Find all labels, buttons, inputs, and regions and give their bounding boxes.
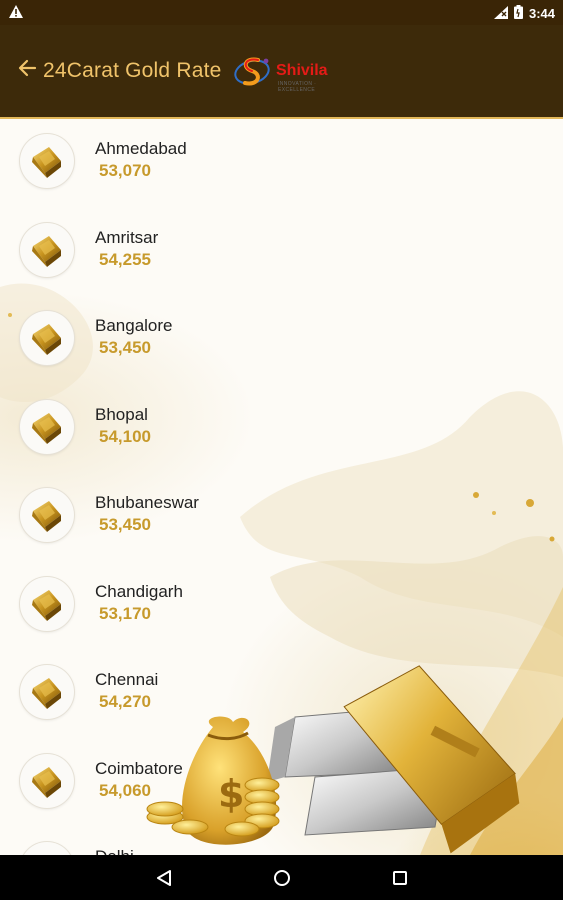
list-item[interactable]: Bhubaneswar 53,450 xyxy=(0,471,563,559)
arrow-left-icon[interactable] xyxy=(16,57,38,79)
city-name: Chennai xyxy=(95,670,159,689)
gold-rate-value: 54,100 xyxy=(99,426,151,446)
gold-rate-value: 53,170 xyxy=(99,603,151,623)
city-name: Bhubaneswar xyxy=(95,493,199,512)
battery-icon xyxy=(513,5,523,22)
city-name: Ahmedabad xyxy=(95,139,187,158)
shivila-logo: Shivila INNOVATION · EXCELLENCE xyxy=(232,55,352,93)
list-item[interactable]: Chennai 54,270 xyxy=(0,648,563,736)
recents-square-icon[interactable] xyxy=(341,855,459,900)
list-item[interactable]: Chandigarh 53,170 xyxy=(0,560,563,648)
gold-rate-value: 53,450 xyxy=(99,338,151,357)
city-name: Bhopal xyxy=(95,404,148,424)
city-name: Amritsar xyxy=(95,227,159,247)
gold-bar-icon xyxy=(20,576,74,631)
status-bar: 3:44 xyxy=(0,0,563,25)
gold-bar-icon xyxy=(20,222,74,277)
app-bar: 24Carat Gold Rate Shivila INNOVATION · E… xyxy=(0,25,563,117)
logo-tagline: INNOVATION · EXCELLENCE xyxy=(278,81,317,93)
gold-bar-icon xyxy=(20,665,74,719)
list-item[interactable]: Bangalore 53,450 xyxy=(0,294,563,382)
gold-rate-value: 53,070 xyxy=(99,161,151,180)
status-time: 3:44 xyxy=(528,6,555,21)
navigation-bar xyxy=(0,855,563,900)
rate-list-area[interactable]: $ Ahmedabad 53,070 Amritsar 54,255 Bangalore… xyxy=(0,117,563,855)
gold-bar-icon xyxy=(20,311,74,365)
gold-bar-icon xyxy=(20,488,74,542)
gold-bar-icon xyxy=(20,842,74,855)
gold-bar-icon xyxy=(20,399,74,454)
city-name: Chandigarh xyxy=(95,581,183,601)
wifi-off-icon xyxy=(493,5,508,22)
gold-bar-icon xyxy=(20,134,74,188)
logo-wordmark: Shivila xyxy=(276,62,328,79)
city-name: Bangalore xyxy=(95,316,173,335)
back-triangle-icon[interactable] xyxy=(105,855,223,900)
gold-rate-value: 54,060 xyxy=(99,780,151,800)
city-name: Delhi xyxy=(95,847,134,855)
gold-bar-icon xyxy=(20,753,74,808)
list-item[interactable]: Coimbatore 54,060 xyxy=(0,737,563,825)
city-name: Coimbatore xyxy=(95,758,183,778)
page-title: 24Carat Gold Rate xyxy=(43,59,222,82)
gold-rate-value: 54,255 xyxy=(99,249,151,269)
list-item[interactable]: Bhopal 54,100 xyxy=(0,383,563,471)
list-item[interactable]: Delhi xyxy=(0,825,563,855)
gold-rate-value: 54,270 xyxy=(99,692,151,711)
gold-rate-value: 53,450 xyxy=(99,515,151,534)
warning-icon xyxy=(9,5,23,21)
list-item[interactable]: Ahmedabad 53,070 xyxy=(0,117,563,205)
list-item[interactable]: Amritsar 54,255 xyxy=(0,206,563,294)
home-circle-icon[interactable] xyxy=(223,855,341,900)
